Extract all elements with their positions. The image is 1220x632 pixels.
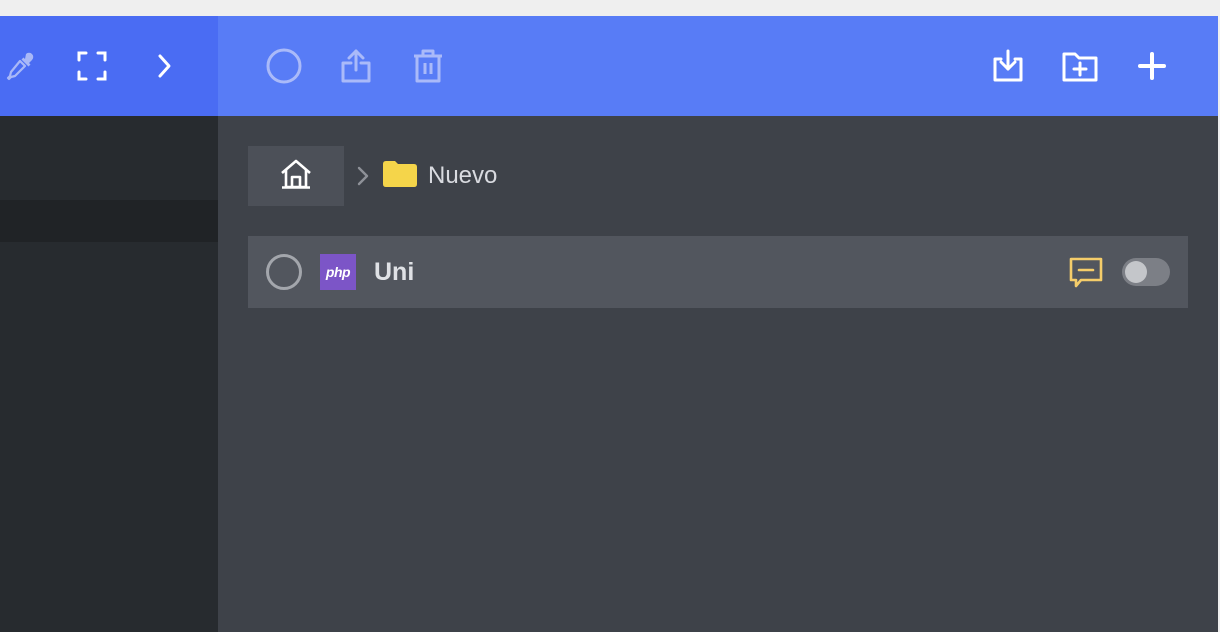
folder-icon [382, 160, 418, 193]
comment-icon[interactable] [1068, 256, 1104, 290]
new-folder-icon[interactable] [1062, 48, 1098, 84]
left-toolbar [0, 16, 218, 116]
file-toolbar [218, 16, 1218, 116]
share-icon[interactable] [338, 48, 374, 84]
left-pane [0, 16, 218, 632]
eyedropper-icon[interactable] [4, 50, 36, 82]
left-list-selected-row[interactable] [0, 200, 218, 242]
trash-icon[interactable] [410, 48, 446, 84]
select-all-icon[interactable] [266, 48, 302, 84]
file-row[interactable]: php Uni [248, 236, 1188, 308]
toggle-knob [1125, 261, 1147, 283]
breadcrumb-folder[interactable]: Nuevo [382, 160, 497, 193]
file-browser-pane: Nuevo php Uni [218, 16, 1218, 632]
fullscreen-icon[interactable] [76, 50, 108, 82]
plus-icon[interactable] [1134, 48, 1170, 84]
chevron-right-icon [356, 165, 372, 187]
row-select-checkbox[interactable] [266, 254, 302, 290]
breadcrumb-current-folder: Nuevo [428, 162, 498, 189]
window-top-strip [0, 0, 1220, 16]
php-file-icon: php [320, 254, 356, 290]
breadcrumb: Nuevo [248, 146, 497, 206]
home-icon [279, 158, 313, 195]
home-button[interactable] [248, 146, 344, 206]
import-icon[interactable] [990, 48, 1026, 84]
file-toggle-switch[interactable] [1122, 258, 1170, 286]
chevron-right-icon[interactable] [148, 50, 180, 82]
file-name: Uni [374, 257, 415, 286]
